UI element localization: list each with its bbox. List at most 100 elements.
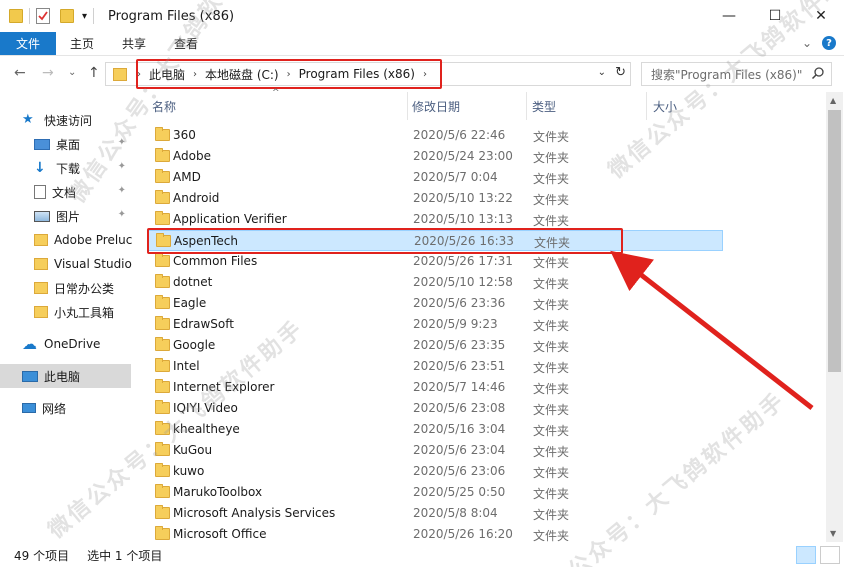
sidebar-item-visual-studio[interactable]: Visual Studio [0,252,132,276]
tab-home[interactable]: 主页 [56,32,108,55]
list-item[interactable]: Android 2020/5/10 13:22 文件夹 [148,188,723,209]
sidebar-item-onedrive[interactable]: ☁ OneDrive [0,332,132,356]
file-type: 文件夹 [533,298,570,312]
column-header-label: 大小 [653,99,678,114]
list-item[interactable]: Microsoft Analysis Services 2020/5/8 8:04… [148,503,723,524]
scroll-up-icon[interactable]: ▲ [830,96,836,105]
breadcrumb-local-disk[interactable]: 本地磁盘 (C:) [201,66,283,83]
sidebar-item-documents[interactable]: 文档 ✦ [0,180,132,204]
pin-icon[interactable]: ✦ [118,209,126,220]
address-dropdown-icon[interactable]: ⌄ [598,67,606,78]
list-item[interactable]: Application Verifier 2020/5/10 13:13 文件夹 [148,209,723,230]
file-name: Microsoft Office [173,527,267,541]
search-icon[interactable] [811,66,825,80]
sidebar-item-network[interactable]: 网络 [0,396,132,420]
sidebar-item-downloads[interactable]: ↓ 下载 ✦ [0,156,132,180]
recent-locations-button[interactable]: ⌄ [68,67,76,78]
large-icons-view-icon[interactable] [820,546,840,564]
close-button[interactable]: ✕ [798,0,844,32]
list-item[interactable]: MarukoToolbox 2020/5/25 0:50 文件夹 [148,482,723,503]
up-button[interactable]: ↑ [88,65,100,81]
search-input[interactable]: 搜索"Program Files (x86)" [641,62,832,86]
tab-share[interactable]: 共享 [108,32,160,55]
pin-icon[interactable]: ✦ [118,137,126,148]
scrollbar-thumb[interactable] [828,110,841,372]
details-view-icon[interactable] [796,546,816,564]
column-divider[interactable] [646,92,647,120]
maximize-button[interactable]: ☐ [752,0,798,32]
file-type: 文件夹 [533,172,570,186]
pin-icon[interactable]: ✦ [118,185,126,196]
new-folder-icon[interactable] [60,9,74,23]
sidebar-item-xiaowan-toolbox[interactable]: 小丸工具箱 [0,300,132,324]
file-type: 文件夹 [533,319,570,333]
file-name: Adobe [173,149,211,163]
folder-icon [155,442,170,456]
sidebar-item-pictures[interactable]: 图片 ✦ [0,204,132,228]
folder-icon [155,337,170,351]
column-header-label: 类型 [532,99,557,114]
breadcrumb-separator[interactable]: › [283,69,295,80]
vertical-scrollbar[interactable]: ▲ ▼ [826,92,843,542]
file-date: 2020/5/25 0:50 [413,485,506,499]
breadcrumb-program-files-x86[interactable]: Program Files (x86) [295,67,419,81]
file-type: 文件夹 [533,508,570,522]
customize-toolbar-icon[interactable]: ▾ [82,11,87,22]
network-icon [22,403,36,413]
minimize-button[interactable]: — [706,0,752,32]
sidebar-item-quick-access[interactable]: ★ 快速访问 [0,108,132,132]
folder-icon [155,274,170,288]
folder-icon [9,9,23,23]
column-header-type[interactable]: 类型 [532,92,644,120]
forward-button[interactable]: → [42,65,54,81]
breadcrumb-separator[interactable]: › [419,69,431,80]
tab-view[interactable]: 查看 [160,32,212,55]
list-item[interactable]: AMD 2020/5/7 0:04 文件夹 [148,167,723,188]
annotation-arrow-icon [610,250,814,410]
sidebar-item-desktop[interactable]: 桌面 ✦ [0,132,132,156]
pin-icon[interactable]: ✦ [118,161,126,172]
star-icon: ★ [22,112,34,127]
file-name: KuGou [173,443,213,457]
file-type: 文件夹 [533,277,570,291]
column-divider[interactable] [407,92,408,120]
column-header-size[interactable]: 大小 [653,92,733,120]
sidebar-item-label: 图片 [56,209,81,224]
file-type: 文件夹 [534,236,571,250]
refresh-icon[interactable]: ↻ [615,65,626,80]
breadcrumb-separator[interactable]: › [189,69,201,80]
column-header-name[interactable]: 名称 [148,92,408,120]
back-button[interactable]: ← [14,65,26,81]
folder-icon [155,484,170,498]
folder-icon [155,127,170,141]
folder-icon [155,358,170,372]
sidebar-item-label: OneDrive [44,337,101,351]
toolbar-divider [29,8,30,24]
expand-ribbon-icon[interactable]: ⌄ [802,36,812,50]
file-date: 2020/5/8 8:04 [413,506,498,520]
list-item[interactable]: khealtheye 2020/5/16 3:04 文件夹 [148,419,723,440]
list-item[interactable]: KuGou 2020/5/6 23:04 文件夹 [148,440,723,461]
help-icon[interactable]: ? [822,36,836,50]
file-name: Internet Explorer [173,380,275,394]
sidebar-item-adobe-prelude[interactable]: Adobe Preluc [0,228,132,252]
sidebar-item-label: 小丸工具箱 [54,305,115,320]
column-header-date[interactable]: 修改日期 [412,92,524,120]
properties-icon[interactable] [36,8,50,24]
column-divider[interactable] [526,92,527,120]
breadcrumb-this-pc[interactable]: 此电脑 [145,66,189,83]
sidebar-item-daily-office[interactable]: 日常办公类 [0,276,132,300]
list-item[interactable]: 360 2020/5/6 22:46 文件夹 [148,125,723,146]
file-name: EdrawSoft [173,317,234,331]
scroll-down-icon[interactable]: ▼ [830,529,836,538]
list-item[interactable]: Microsoft Office 2020/5/26 16:20 文件夹 [148,524,723,545]
sidebar-item-label: 日常办公类 [54,281,115,296]
breadcrumb-separator[interactable]: › [133,69,145,80]
list-item[interactable]: Adobe 2020/5/24 23:00 文件夹 [148,146,723,167]
file-date: 2020/5/6 23:08 [413,401,506,415]
address-bar[interactable]: › 此电脑 › 本地磁盘 (C:) › Program Files (x86) … [105,62,631,86]
tab-file[interactable]: 文件 [0,32,57,55]
sidebar-item-this-pc[interactable]: 此电脑 [0,364,131,388]
list-item[interactable]: kuwo 2020/5/6 23:06 文件夹 [148,461,723,482]
window-title: Program Files (x86) [108,8,235,24]
